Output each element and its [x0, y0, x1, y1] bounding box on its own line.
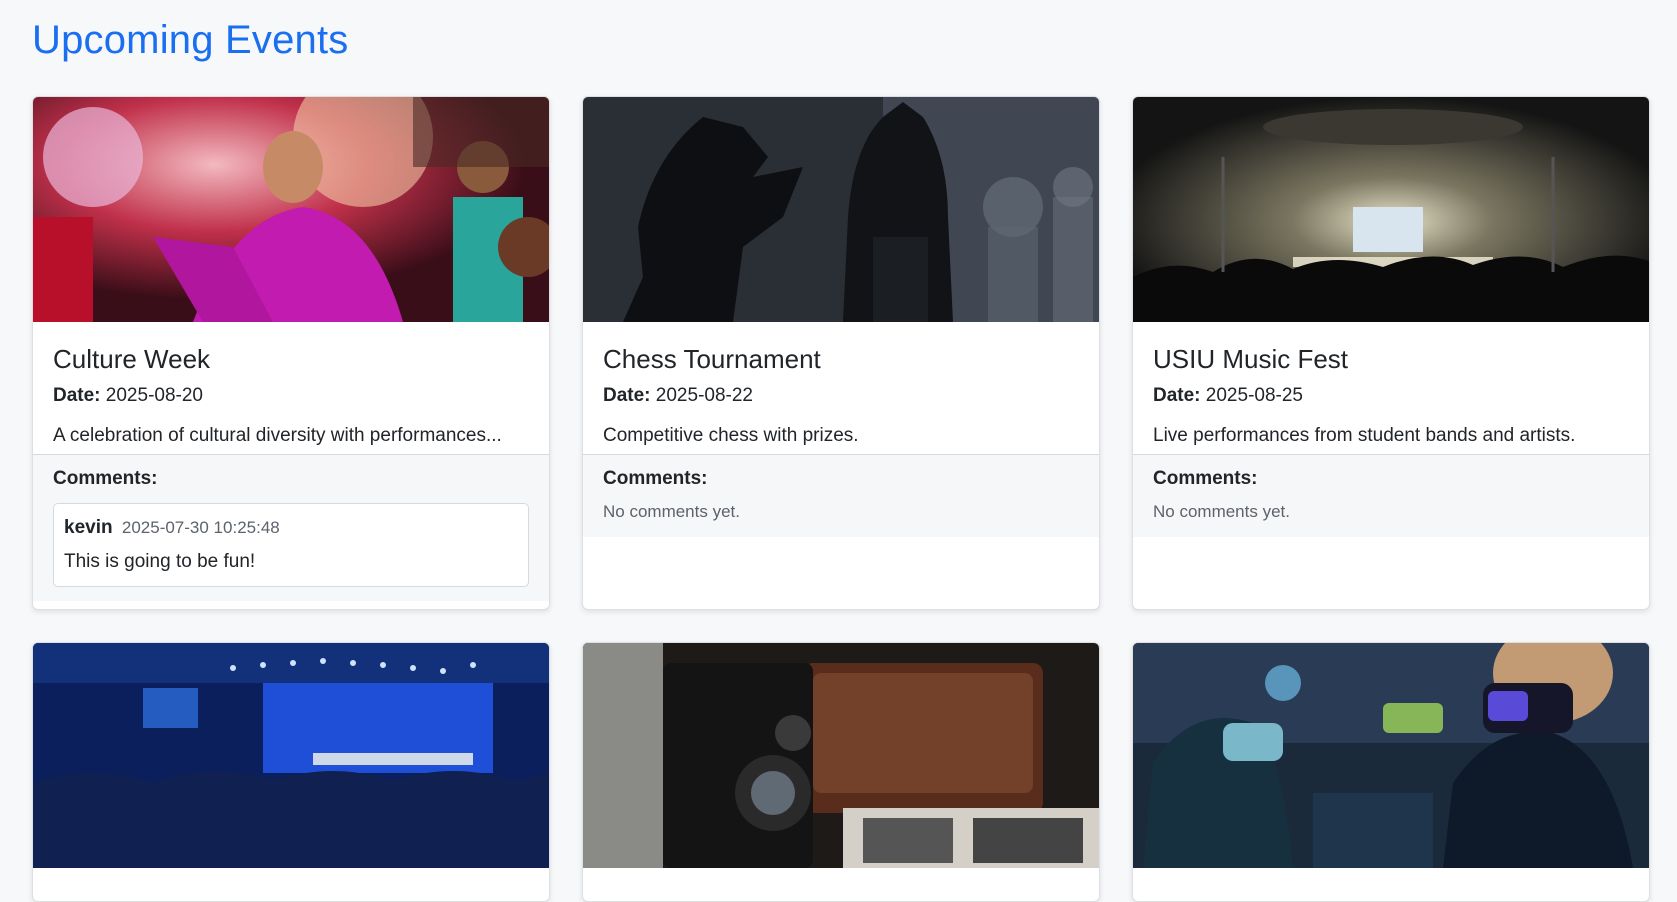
events-grid: Culture Week Date: 2025-08-20 A celebrat…: [32, 96, 1650, 902]
event-description: A celebration of cultural diversity with…: [53, 425, 502, 446]
comment-user: kevin: [64, 517, 113, 538]
event-title: Chess Tournament: [603, 344, 821, 374]
event-title: Culture Week: [53, 344, 211, 374]
date-label: Date:: [1153, 385, 1201, 406]
event-image: [33, 97, 549, 322]
event-date: Date: 2025-08-25: [1153, 384, 1629, 408]
date-value: 2025-08-25: [1205, 385, 1303, 406]
comments-section: Comments: kevin 2025-07-30 10:25:48 This…: [33, 454, 549, 601]
event-image: [1133, 97, 1649, 322]
comments-label: Comments:: [53, 468, 158, 489]
comments-label: Comments:: [603, 468, 708, 489]
date-label: Date:: [603, 385, 651, 406]
event-card-vr-gaming[interactable]: [1132, 642, 1650, 902]
comment-text: This is going to be fun!: [64, 551, 256, 572]
date-value: 2025-08-20: [105, 385, 203, 406]
comment-timestamp: 2025-07-30 10:25:48: [121, 518, 280, 537]
event-body: USIU Music Fest Date: 2025-08-25 Live pe…: [1133, 322, 1649, 454]
event-image: [33, 643, 549, 868]
no-comments-text: No comments yet.: [603, 502, 740, 521]
event-card-culture-week[interactable]: Culture Week Date: 2025-08-20 A celebrat…: [32, 96, 550, 610]
event-title: USIU Music Fest: [1153, 344, 1349, 374]
event-image: [583, 97, 1099, 322]
comments-section: Comments: No comments yet.: [583, 454, 1099, 537]
comments-section: Comments: No comments yet.: [1133, 454, 1649, 537]
no-comments-text: No comments yet.: [1153, 502, 1290, 521]
event-card-photography[interactable]: [582, 642, 1100, 902]
comments-label: Comments:: [1153, 468, 1258, 489]
event-description: Live performances from student bands and…: [1153, 425, 1576, 446]
event-image: [583, 643, 1099, 868]
event-body: Chess Tournament Date: 2025-08-22 Compet…: [583, 322, 1099, 454]
date-label: Date:: [53, 385, 101, 406]
event-body: Culture Week Date: 2025-08-20 A celebrat…: [33, 322, 549, 454]
event-card-usiu-music-fest[interactable]: USIU Music Fest Date: 2025-08-25 Live pe…: [1132, 96, 1650, 610]
event-card-chess-tournament[interactable]: Chess Tournament Date: 2025-08-22 Compet…: [582, 96, 1100, 610]
event-card-conference[interactable]: [32, 642, 550, 902]
date-value: 2025-08-22: [655, 385, 753, 406]
event-date: Date: 2025-08-20: [53, 384, 529, 408]
comment-item: kevin 2025-07-30 10:25:48 This is going …: [53, 503, 529, 587]
event-description: Competitive chess with prizes.: [603, 425, 859, 446]
event-image: [1133, 643, 1649, 868]
page-title: Upcoming Events: [32, 18, 349, 62]
event-date: Date: 2025-08-22: [603, 384, 1079, 408]
